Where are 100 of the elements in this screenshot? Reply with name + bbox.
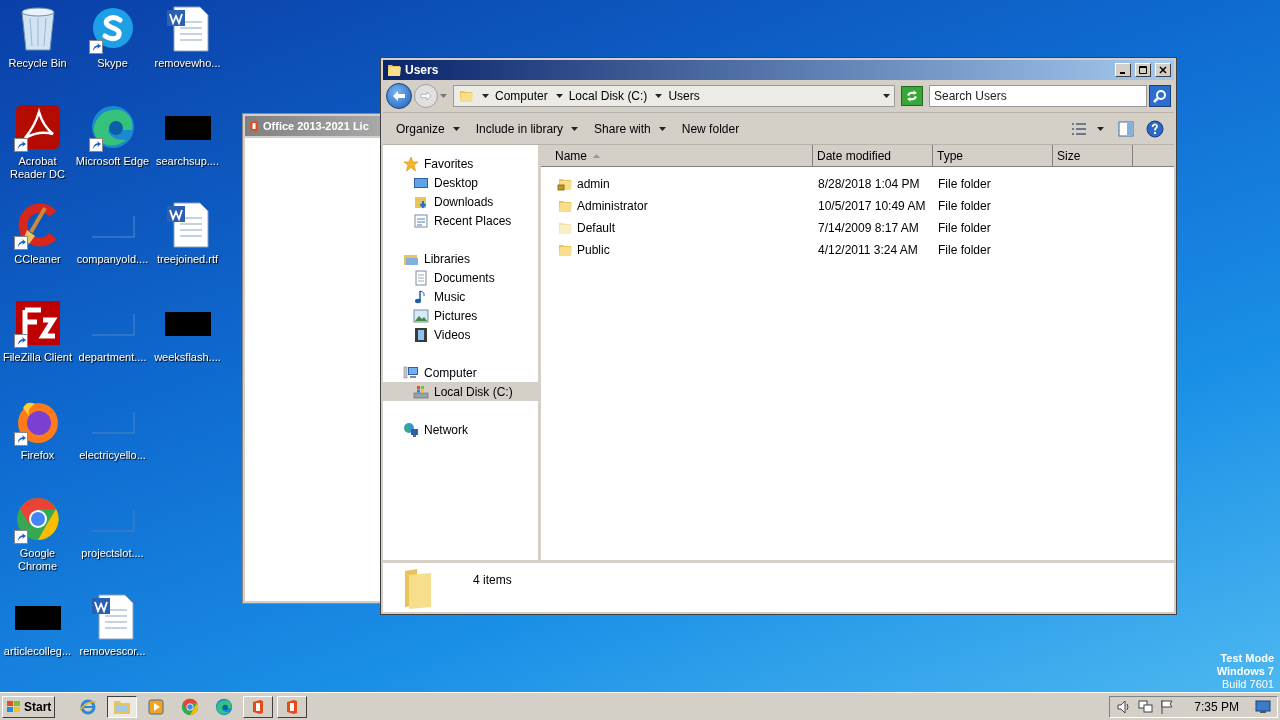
network-icon[interactable] <box>1138 698 1155 715</box>
film-icon <box>413 326 429 343</box>
chrome-logo-icon <box>14 496 61 542</box>
browser-e-icon <box>79 697 98 716</box>
details-view-icon <box>1071 121 1087 136</box>
desktop-icon-label: companyold.... <box>75 253 150 266</box>
pictures-icon <box>413 307 429 324</box>
caret-icon <box>571 126 579 131</box>
back-button[interactable] <box>386 83 412 109</box>
address-bar[interactable]: Computer Local Disk (C:) Users <box>453 85 895 107</box>
date-modified-cell-text: 8/28/2018 1:04 PM <box>817 176 921 193</box>
thumbnail-image <box>164 116 211 140</box>
nav-item[interactable]: Downloads <box>383 192 538 211</box>
file-name: Public <box>577 242 610 259</box>
breadcrumb-segment[interactable]: Computer <box>495 87 548 105</box>
document-icon <box>413 269 429 286</box>
file-name: admin <box>577 176 610 193</box>
history-caret-icon <box>440 94 447 98</box>
flag-icon[interactable] <box>1160 698 1175 715</box>
recent-places-icon <box>413 212 429 229</box>
window-title: Users <box>405 62 439 79</box>
search-button[interactable] <box>1149 85 1171 107</box>
file-row[interactable]: admin 8/28/2018 1:04 PM File folder <box>541 173 1174 195</box>
nav-item[interactable]: Favorites <box>383 154 538 173</box>
breadcrumb-caret-icon <box>655 94 663 98</box>
word-document-icon <box>165 202 210 248</box>
mode-notice-text: Windows 7 <box>1216 665 1274 678</box>
desktop-icon-label: electricyello... <box>78 449 147 462</box>
refresh-icon <box>905 90 919 102</box>
media-player-icon <box>148 698 165 715</box>
column-header[interactable]: Type <box>933 145 1053 167</box>
star-icon <box>403 155 419 172</box>
desktop-icon-label: Acrobat Reader DC <box>9 155 66 181</box>
blank-file-icon <box>89 312 136 336</box>
toolbar-button[interactable]: Share with <box>587 116 673 141</box>
file-row[interactable]: Default 7/14/2009 8:17 AM File folder <box>541 217 1174 239</box>
file-row[interactable]: Public 4/12/2011 3:24 AM File folder <box>541 239 1174 261</box>
nav-item[interactable]: Computer <box>383 363 538 382</box>
refresh-button[interactable] <box>901 86 923 106</box>
desktop-icon-label: Google Chrome <box>16 547 59 573</box>
toolbar-button[interactable]: Organize <box>389 116 467 141</box>
caret-icon <box>452 126 460 131</box>
edge-logo-icon <box>215 697 234 716</box>
nav-item[interactable]: Videos <box>383 325 538 344</box>
desktop-icon[interactable] <box>13 300 62 348</box>
desktop-icon-label: articlecolleg... <box>2 645 73 658</box>
word-document-icon <box>165 6 210 52</box>
mode-notice-text: Test Mode <box>1220 652 1274 665</box>
preview-pane-icon <box>1118 120 1134 137</box>
desktop-icon-label: removewho... <box>153 57 222 70</box>
back-arrow-icon <box>392 90 406 102</box>
desktop-icon-label: projectslot.... <box>80 547 145 560</box>
skype-logo-icon <box>90 6 135 50</box>
windows-logo-icon <box>6 699 22 714</box>
chrome-logo-icon <box>181 697 200 716</box>
taskbar-button[interactable] <box>107 695 138 718</box>
filezilla-logo-icon <box>14 300 61 346</box>
close-button[interactable] <box>1155 63 1171 77</box>
nav-item[interactable]: Libraries <box>383 249 538 268</box>
search-field[interactable]: Search Users <box>929 85 1147 107</box>
forward-arrow-icon <box>420 91 432 101</box>
breadcrumb-caret-icon <box>555 94 563 98</box>
nav-item[interactable]: Local Disk (C:) <box>383 382 538 401</box>
nav-item[interactable]: Desktop <box>383 173 538 192</box>
desktop-icon-label: treejoined.rtf <box>155 253 220 266</box>
start-button[interactable]: Start <box>2 695 56 718</box>
folder-icon <box>403 567 433 609</box>
nav-item[interactable]: Documents <box>383 268 538 287</box>
show-desktop-icon[interactable] <box>1255 699 1271 714</box>
folder-icon <box>458 88 474 104</box>
type-cell-text: File folder <box>937 220 992 237</box>
date-modified-cell-text: 10/5/2017 10:49 AM <box>817 198 927 215</box>
breadcrumb-segment[interactable]: Users <box>668 87 700 105</box>
column-header[interactable]: Size <box>1053 145 1133 167</box>
maximize-button[interactable] <box>1135 63 1151 77</box>
nav-item[interactable]: Music <box>383 287 538 306</box>
date-modified-cell-text: 7/14/2009 8:17 AM <box>817 220 920 237</box>
desktop-icon-label: Skype <box>96 57 129 70</box>
type-cell-text: File folder <box>937 198 992 215</box>
window-title: Office 2013-2021 Lic <box>263 118 369 134</box>
toolbar-button[interactable]: New folder <box>674 116 747 141</box>
desktop-icon[interactable] <box>13 496 62 544</box>
desktop-icon[interactable] <box>13 104 62 152</box>
column-header[interactable]: Name <box>541 145 813 167</box>
column-header[interactable]: Date modified <box>813 145 933 167</box>
breadcrumb-caret-icon <box>482 94 489 98</box>
file-row[interactable]: Administrator 10/5/2017 10:49 AM File folder <box>541 195 1174 217</box>
desktop-icon[interactable] <box>88 104 137 152</box>
breadcrumb-segment[interactable]: Local Disk (C:) <box>568 87 648 105</box>
type-cell-text: File folder <box>937 242 992 259</box>
office-logo-icon <box>248 120 260 132</box>
nav-item[interactable]: Pictures <box>383 306 538 325</box>
word-document-icon <box>90 594 135 640</box>
disk-drive-icon <box>413 383 429 400</box>
nav-item[interactable]: Network <box>383 420 538 439</box>
desktop-icon-label: department.... <box>77 351 148 364</box>
folder-icon <box>113 698 132 715</box>
nav-item[interactable]: Recent Places <box>383 211 538 230</box>
toolbar-button[interactable]: Include in library <box>468 116 586 141</box>
minimize-button[interactable] <box>1115 63 1131 77</box>
